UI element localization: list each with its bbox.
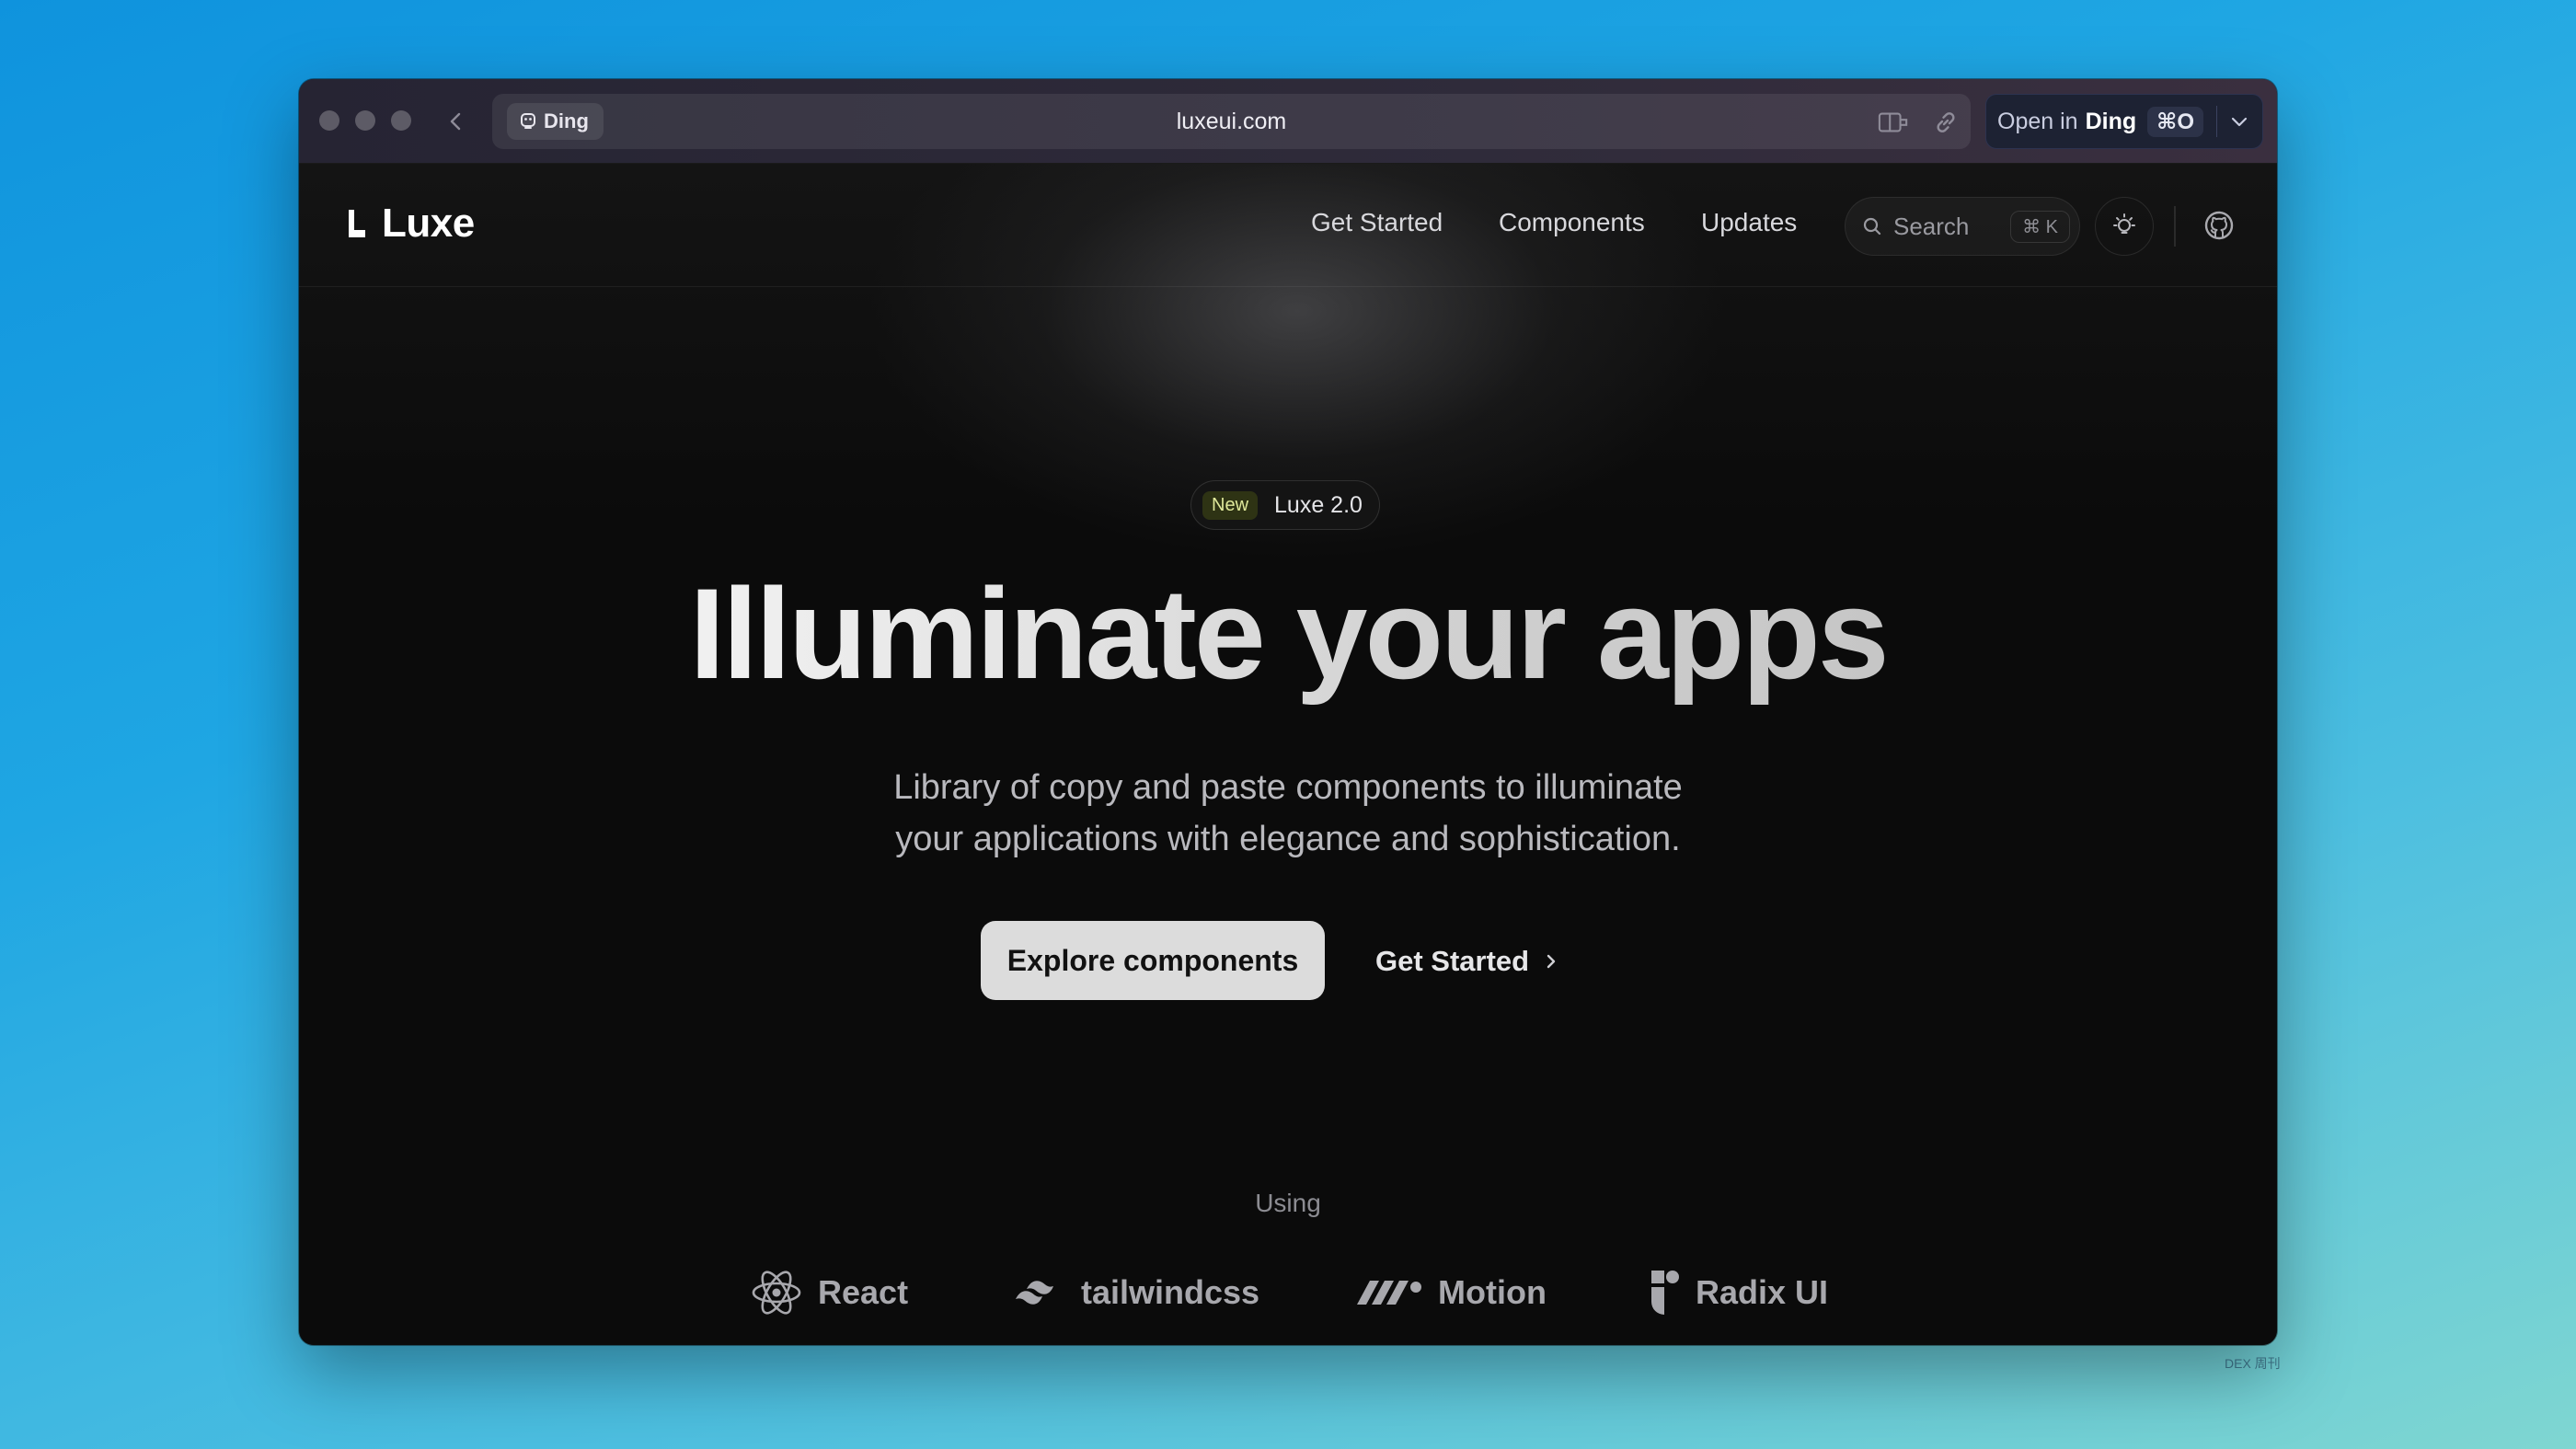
tech-radix-ui-label: Radix UI [1696,1273,1829,1311]
react-icon [752,1271,801,1315]
logo-text: Luxe [382,201,475,246]
luxe-logo-icon [349,210,365,237]
copy-link-button[interactable] [1930,107,1961,138]
site-chip[interactable]: Ding [507,103,604,140]
motion-icon [1357,1281,1421,1305]
chevron-down-icon [2231,117,2248,127]
minimize-window-button[interactable] [355,110,375,131]
badge-new-label: New [1202,490,1259,520]
tech-react: React [750,1264,908,1321]
web-page: Luxe Get Started Components Updates Sear… [299,164,2277,1345]
zoom-window-button[interactable] [391,110,411,131]
hero-subtitle: Library of copy and paste components to … [299,762,2277,865]
browser-window: luxeui.com Ding Open in Ding ⌘O Luxe Get… [299,79,2277,1345]
tech-tailwindcss: tailwindcss [1013,1264,1259,1321]
radix-icon [1651,1271,1679,1315]
search-icon [1863,217,1881,236]
chevron-right-icon [1547,954,1556,969]
github-icon [2204,211,2234,240]
explore-components-button[interactable]: Explore components [981,921,1325,1000]
site-header: Luxe Get Started Components Updates Sear… [299,164,2277,287]
badge-text: Luxe 2.0 [1274,491,1363,518]
open-in-divider [2216,106,2218,137]
hero-subtitle-line-1: Library of copy and paste components to … [893,768,1683,807]
ding-app-icon [521,113,535,129]
search-placeholder: Search [1893,212,1970,240]
tech-motion: Motion [1355,1264,1547,1321]
open-in-app-button[interactable]: Open in Ding ⌘O [1985,94,2263,149]
open-in-shortcut: ⌘O [2147,106,2204,137]
close-window-button[interactable] [319,110,339,131]
open-in-label: Open in [1997,108,2078,134]
get-started-label: Get Started [1375,945,1530,977]
site-chip-label: Ding [544,109,589,132]
hero-subtitle-line-2: your applications with elegance and soph… [895,820,1681,858]
open-in-app-name: Ding [2085,108,2137,134]
chevron-left-icon [450,112,461,131]
announcement-badge[interactable]: New Luxe 2.0 [1190,480,1380,530]
reader-icon [1878,112,1908,132]
tailwind-icon [1016,1281,1053,1305]
nav-updates[interactable]: Updates [1701,208,1797,237]
theme-toggle-button[interactable] [2095,197,2154,256]
lightbulb-icon [2113,213,2135,234]
tech-motion-label: Motion [1438,1273,1547,1311]
link-icon [1937,112,1955,132]
open-in-dropdown[interactable] [2230,115,2248,128]
watermark: DEX 周刊 [2225,1356,2281,1371]
tech-tailwindcss-label: tailwindcss [1081,1273,1260,1311]
nav-get-started[interactable]: Get Started [1311,208,1443,237]
header-divider [2174,206,2176,247]
hero-headline: Illuminate your apps [299,559,2277,708]
reader-view-button[interactable] [1878,107,1909,138]
search-shortcut: ⌘ K [2010,210,2070,243]
github-link[interactable] [2198,204,2240,247]
nav-components[interactable]: Components [1499,208,1645,237]
tech-radix-ui: Radix UI [1648,1264,1828,1321]
browser-toolbar: luxeui.com Ding Open in Ding ⌘O [299,79,2277,164]
back-button[interactable] [437,101,474,142]
address-bar[interactable]: luxeui.com Ding [492,94,1971,149]
get-started-button[interactable]: Get Started [1375,939,1557,983]
using-label: Using [1255,1189,1321,1217]
search-button[interactable]: Search ⌘ K [1845,197,2080,256]
url-text: luxeui.com [1176,108,1287,134]
site-logo[interactable]: Luxe [345,201,475,247]
tech-react-label: React [818,1273,909,1311]
